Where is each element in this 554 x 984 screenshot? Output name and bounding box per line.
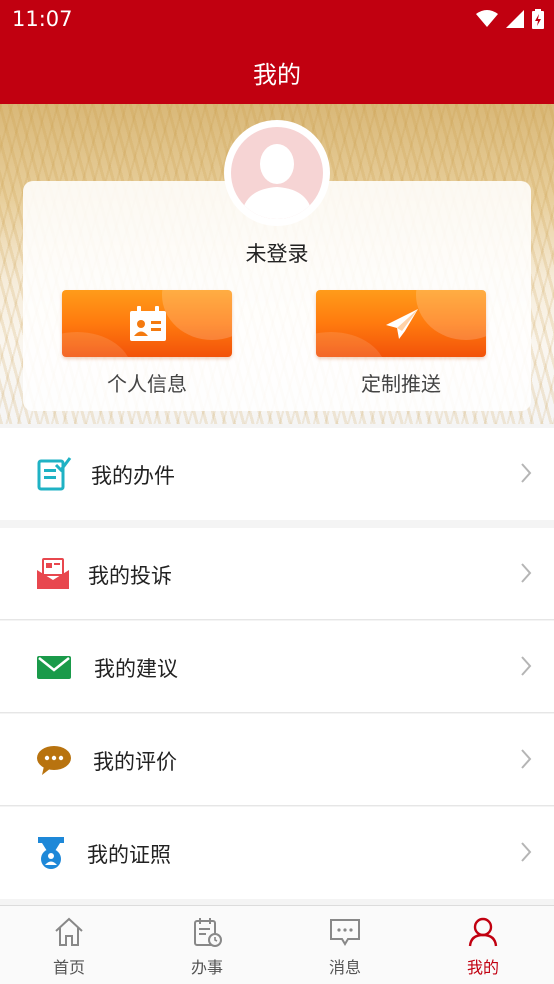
menu-item-my-suggestions[interactable]: 我的建议 (0, 621, 554, 713)
menu-label: 我的投诉 (88, 564, 172, 588)
title-bar: 我的 (0, 38, 554, 104)
signal-icon (506, 10, 524, 28)
avatar[interactable] (224, 120, 330, 226)
nav-label: 我的 (466, 958, 499, 977)
user-icon (468, 917, 498, 947)
menu-item-my-cases[interactable]: 我的办件 (0, 428, 554, 520)
personal-info-label: 个人信息 (107, 372, 187, 396)
nav-home[interactable]: 首页 (0, 906, 138, 984)
complaint-mail-icon (37, 558, 69, 589)
nav-mine[interactable]: 我的 (414, 906, 552, 984)
status-icons (476, 9, 544, 29)
nav-label: 首页 (52, 958, 85, 977)
menu-item-my-licenses[interactable]: 我的证照 (0, 807, 554, 899)
nav-label: 办事 (190, 958, 223, 977)
bottom-navigation: 首页 办事 消息 我的 (0, 905, 554, 984)
nav-label: 消息 (328, 958, 361, 977)
status-time: 11:07 (12, 7, 73, 31)
menu-item-my-complaints[interactable]: 我的投诉 (0, 528, 554, 620)
envelope-icon (37, 656, 71, 679)
avatar-placeholder (231, 127, 323, 219)
chevron-right-icon (521, 656, 532, 676)
personal-info-button[interactable] (62, 290, 232, 357)
paper-plane-icon (386, 309, 418, 339)
user-silhouette-icon (241, 144, 313, 219)
menu-label: 我的建议 (94, 657, 178, 681)
menu-label: 我的评价 (93, 750, 177, 774)
certificate-badge-icon (38, 837, 64, 869)
message-icon (330, 919, 360, 946)
menu-label: 我的证照 (87, 843, 171, 867)
chevron-right-icon (521, 563, 532, 583)
battery-icon (532, 9, 544, 29)
chat-bubble-icon (37, 746, 71, 775)
status-bar: 11:07 (0, 0, 554, 38)
login-status[interactable]: 未登录 (0, 238, 554, 268)
wifi-icon (476, 10, 498, 27)
home-icon (55, 917, 83, 946)
nav-services[interactable]: 办事 (138, 906, 276, 984)
edit-check-icon (37, 457, 72, 491)
id-card-icon (130, 306, 166, 341)
page-title: 我的 (253, 61, 301, 89)
nav-messages[interactable]: 消息 (276, 906, 414, 984)
chevron-right-icon (521, 749, 532, 769)
chevron-right-icon (521, 842, 532, 862)
calendar-clock-icon (194, 918, 222, 947)
custom-push-button[interactable] (316, 290, 486, 357)
chevron-right-icon (521, 463, 532, 483)
menu-item-my-reviews[interactable]: 我的评价 (0, 714, 554, 806)
menu-label: 我的办件 (91, 464, 175, 488)
custom-push-label: 定制推送 (361, 372, 441, 396)
